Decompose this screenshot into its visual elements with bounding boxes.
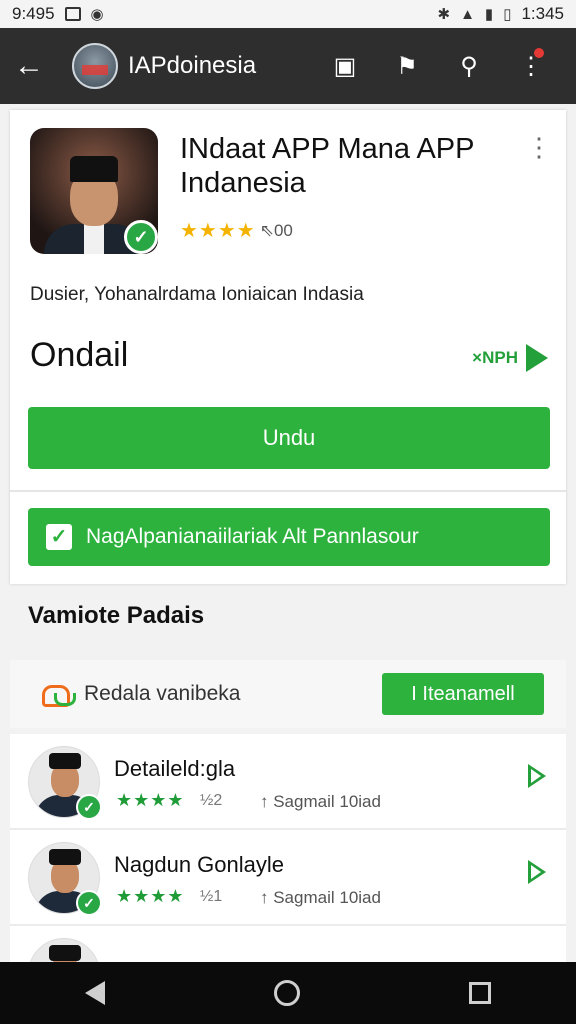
status-clock: 1:345 (521, 4, 564, 23)
checkbox-icon: ✓ (46, 524, 72, 550)
search-icon[interactable]: ⚲ (438, 52, 500, 81)
rating-stars: ★★★★ (180, 220, 256, 242)
app-rating: ★★★★ ⇖00 (180, 218, 293, 243)
more-vert-icon[interactable]: ⋮ (500, 47, 562, 81)
list-item-partial[interactable] (10, 926, 566, 962)
verified-check-icon: ✓ (124, 220, 158, 254)
card-more-icon[interactable]: ⋮ (526, 132, 552, 163)
list-item-stars: ★★★★ (116, 790, 185, 810)
signal-icon: ▮ (484, 6, 494, 23)
section-row: Redala vanibeka I Iteanamell (10, 660, 566, 728)
back-arrow-icon[interactable]: ← (14, 49, 54, 83)
handshake-icon (40, 681, 76, 707)
status-bar: 9:495 ◉ ✱ ▲ ▮ ▯ 1:345 (0, 0, 576, 28)
nav-bar (0, 962, 576, 1024)
wifi-icon: ▲ (460, 5, 475, 23)
play-icon[interactable] (528, 860, 546, 884)
app-details-card: ✓ INdaat APP Mana APP Indanesia ⋮ ★★★★ ⇖… (10, 110, 566, 584)
list-item-meta: ↑ Sagmail 10iad (260, 888, 381, 907)
list-item-stars: ★★★★ (116, 886, 185, 906)
list-item-meta: ↑ Sagmail 10iad (260, 792, 381, 811)
status-right: ✱ ▲ ▮ ▯ 1:345 (437, 4, 564, 24)
play-icon (526, 344, 548, 372)
nav-recents-icon[interactable] (469, 982, 492, 1004)
nav-back-icon[interactable] (84, 981, 105, 1005)
status-time: 9:495 (12, 4, 55, 23)
app-bar-title: IAPdoinesia (128, 52, 257, 79)
list-item[interactable]: ✓ Detaileld:gla ★★★★ ½2 ↑ Sagmail 10iad (10, 734, 566, 830)
install-button[interactable]: Undu (28, 407, 550, 469)
bluetooth-icon: ✱ (437, 6, 451, 23)
verified-check-icon: ✓ (76, 794, 102, 820)
permission-label: NagAlpanianaiilariak Alt Pannlasour (86, 525, 419, 548)
battery-icon: ▯ (503, 6, 512, 23)
verified-check-icon: ✓ (76, 890, 102, 916)
list-item-count: ½1 (200, 888, 223, 905)
price-label: Ondail (30, 336, 129, 374)
notification-dot (534, 47, 544, 58)
app-bar: ← IAPdoinesia ▣ ⚑ ⚲ ⋮ (0, 28, 576, 104)
permission-button[interactable]: ✓ NagAlpanianaiilariak Alt Pannlasour (28, 508, 550, 566)
sync-icon: ◉ (90, 6, 104, 23)
status-left: 9:495 ◉ (12, 4, 104, 24)
image-icon[interactable]: ▣ (314, 52, 376, 81)
app-description: Dusier, Yohanalrdama Ioniaican Indasia (30, 284, 364, 305)
list-item-title: Nagdun Gonlayle (114, 852, 285, 877)
list-item[interactable]: ✓ Nagdun Gonlayle ★★★★ ½1 ↑ Sagmail 10ia… (10, 830, 566, 926)
divider (10, 490, 566, 492)
list-item-title: Detaileld:gla (114, 756, 236, 781)
list-avatar (28, 938, 100, 962)
size-text: ×NPH (472, 348, 518, 367)
section-row-label: Redala vanibeka (84, 682, 241, 705)
notification-icon (64, 7, 81, 21)
store-logo-icon (72, 43, 118, 89)
section-action-button[interactable]: I Iteanamell (382, 673, 544, 715)
bag-icon[interactable]: ⚑ (376, 52, 438, 81)
play-icon[interactable] (528, 764, 546, 788)
app-name: INdaat APP Mana APP Indanesia (180, 133, 474, 199)
section-title: Vamiote Padais (28, 602, 205, 629)
nav-home-icon[interactable] (273, 980, 300, 1006)
rating-text: ⇖00 (259, 220, 293, 240)
list-item-count: ½2 (200, 792, 223, 809)
app-list: ✓ Detaileld:gla ★★★★ ½2 ↑ Sagmail 10iad … (10, 734, 566, 962)
size-indicator[interactable]: ×NPH (472, 344, 548, 372)
